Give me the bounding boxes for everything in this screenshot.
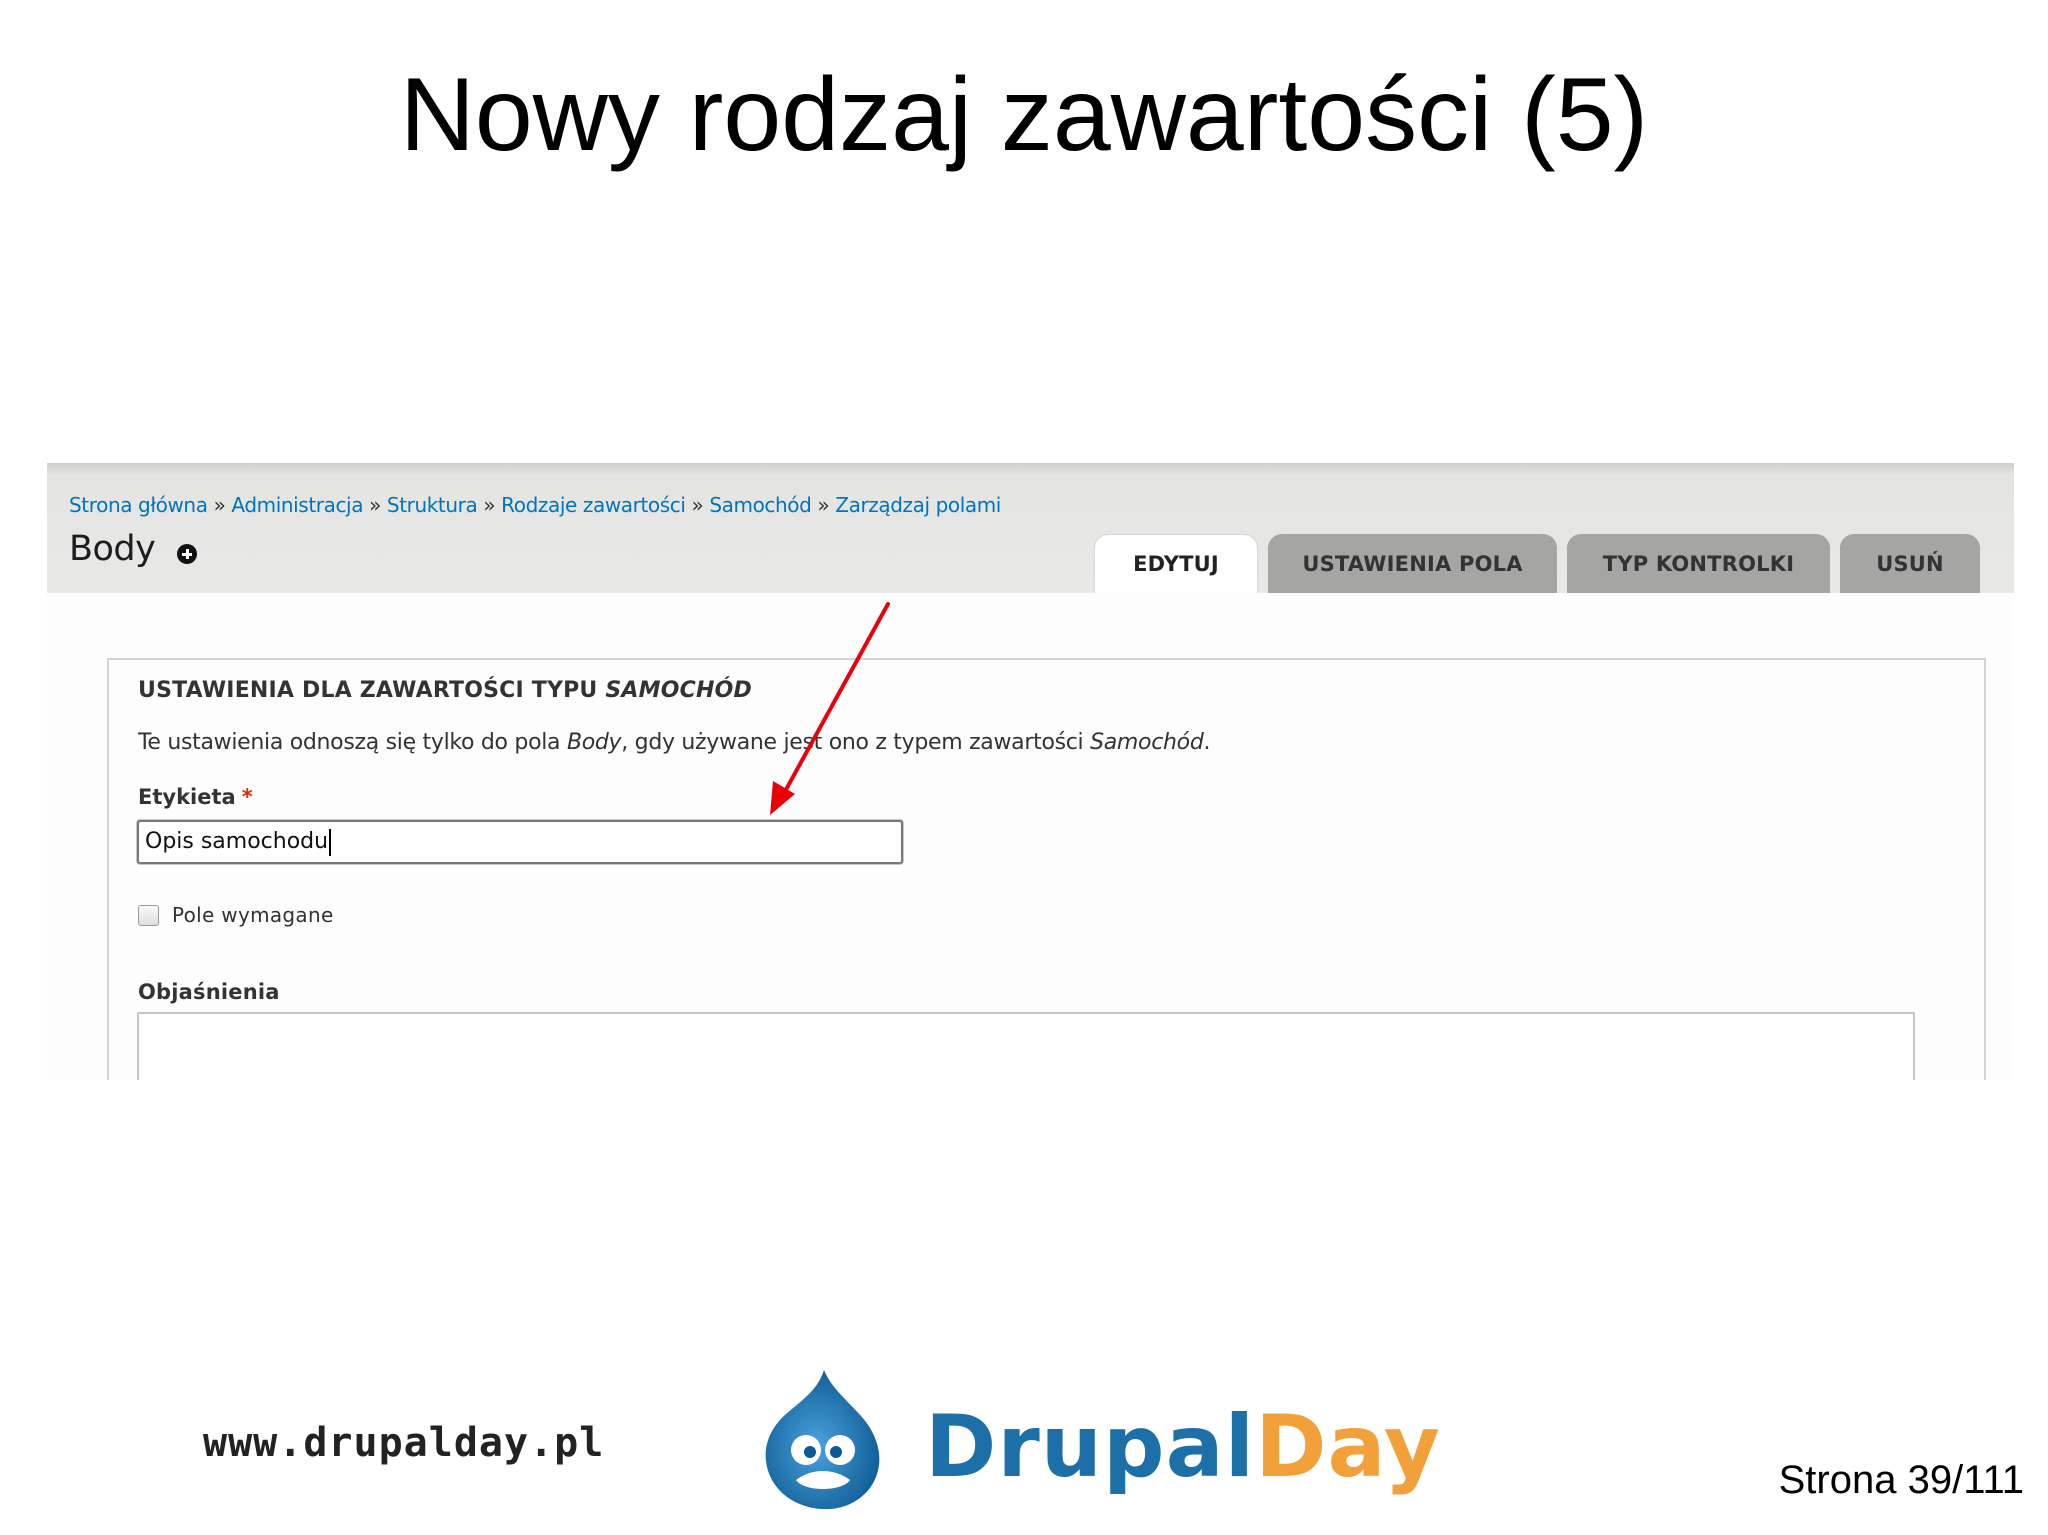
legend-type: SAMOCHÓD [605, 678, 752, 703]
breadcrumb-separator: » [483, 493, 496, 517]
description-type: Samochód [1090, 730, 1204, 755]
drupal-screenshot: Strona główna» Administracja» Struktura» Ro… [47, 463, 2014, 1080]
wordmark-drupal: Drupal [925, 1397, 1256, 1497]
description-part1: Te ustawienia odnoszą się tylko do pola [138, 730, 561, 755]
label-input[interactable]: Opis samochodu [137, 820, 903, 864]
breadcrumb-separator: » [369, 493, 381, 517]
page-header: Strona główna» Administracja» Struktura» Ro… [47, 463, 2014, 593]
breadcrumb-link-structure[interactable]: Struktura [387, 493, 478, 517]
breadcrumb-link-car[interactable]: Samochód [709, 493, 811, 517]
label-text: Etykieta [138, 785, 236, 809]
slide: Nowy rodzaj zawartości (5) Strona główna… [0, 0, 2048, 1535]
plus-circle-icon[interactable] [177, 544, 197, 564]
fieldset-description: Te ustawienia odnoszą się tylko do pola … [138, 730, 1210, 755]
tab-edit[interactable]: EDYTUJ [1094, 534, 1258, 593]
breadcrumb-separator: » [691, 493, 704, 517]
label-input-value: Opis samochodu [145, 829, 329, 854]
label-field-label: Etykieta * [138, 785, 253, 809]
footer-url: www.drupalday.pl [203, 1420, 605, 1466]
breadcrumb-link-manage-fields[interactable]: Zarządzaj polami [835, 493, 1001, 517]
help-text-textarea[interactable] [137, 1012, 1915, 1080]
tab-delete[interactable]: USUŃ [1840, 534, 1980, 593]
tab-widget-type[interactable]: TYP KONTROLKI [1567, 534, 1830, 593]
breadcrumb-link-content-types[interactable]: Rodzaje zawartości [501, 493, 686, 517]
description-field: Body [566, 730, 622, 755]
drupalday-wordmark: DrupalDay [925, 1392, 1441, 1502]
label-help-text: Objaśnienia [138, 980, 280, 1004]
drupal-drop-logo [765, 1370, 880, 1510]
fieldset-legend: USTAWIENIA DLA ZAWARTOŚCI TYPU SAMOCHÓD [138, 678, 752, 703]
description-part2: , gdy używane jest ono z typem zawartośc… [621, 730, 1084, 755]
required-checkbox-row: Pole wymagane [138, 902, 334, 928]
breadcrumb-separator: » [817, 493, 830, 517]
tab-field-settings[interactable]: USTAWIENIA POLA [1268, 534, 1557, 593]
instance-settings-fieldset: USTAWIENIA DLA ZAWARTOŚCI TYPU SAMOCHÓD … [107, 658, 1986, 1080]
page-title: Body [69, 529, 156, 569]
breadcrumb: Strona główna» Administracja» Struktura» Ro… [69, 493, 1001, 517]
breadcrumb-separator: » [213, 493, 226, 517]
breadcrumb-link-administration[interactable]: Administracja [231, 493, 363, 517]
page-number: Strona 39/111 [1778, 1458, 2024, 1502]
breadcrumb-link-home[interactable]: Strona główna [69, 493, 208, 517]
required-checkbox[interactable] [138, 904, 159, 926]
legend-prefix: USTAWIENIA DLA ZAWARTOŚCI TYPU [138, 678, 598, 703]
slide-title: Nowy rodzaj zawartości (5) [399, 57, 1649, 173]
text-cursor [329, 828, 332, 856]
required-checkbox-label[interactable]: Pole wymagane [172, 903, 334, 927]
wordmark-day: Day [1255, 1397, 1441, 1497]
description-end: . [1203, 730, 1211, 755]
required-marker: * [241, 785, 253, 809]
